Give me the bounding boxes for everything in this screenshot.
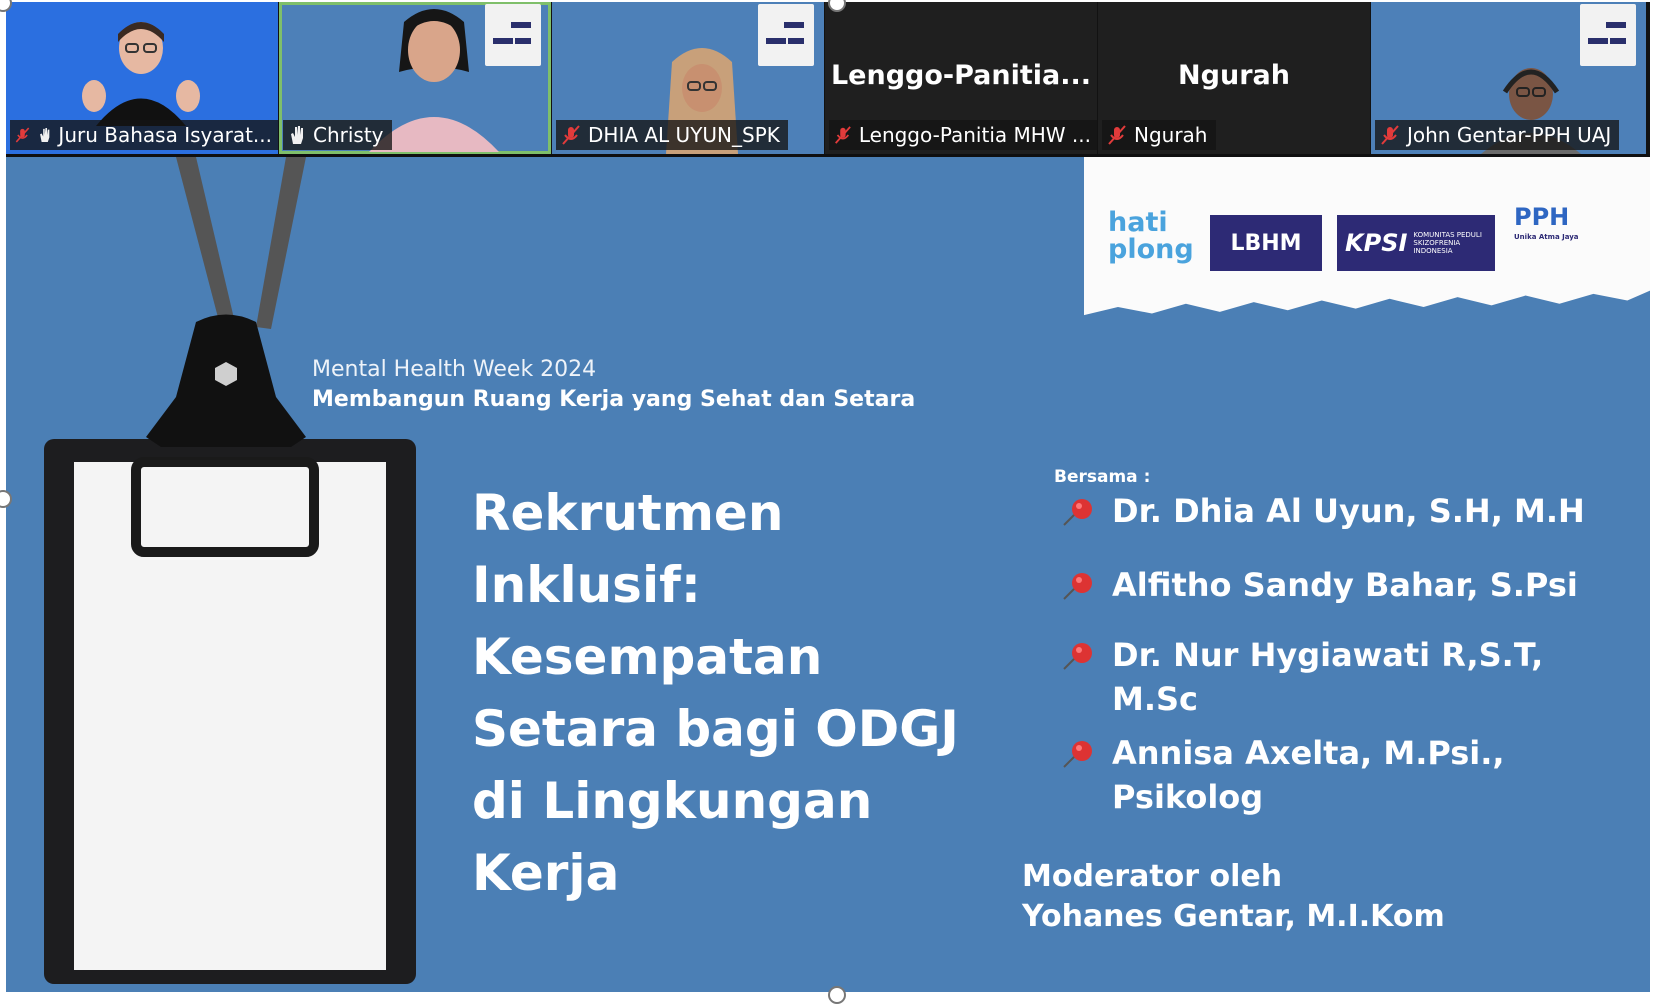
shared-slide: hati plong LBHM KPSI KOMUNITAS PEDULI SK… bbox=[6, 157, 1650, 992]
logo-text: KPSI bbox=[1345, 229, 1408, 257]
participant-video bbox=[82, 22, 200, 126]
pushpin-icon bbox=[1063, 643, 1092, 670]
resize-handle[interactable] bbox=[828, 986, 846, 1004]
logo-text: LBHM bbox=[1230, 230, 1302, 256]
event-subtitle: Membangun Ruang Kerja yang Sehat dan Set… bbox=[312, 387, 916, 412]
participant-name: John Gentar-PPH UAJ bbox=[1407, 123, 1612, 147]
participant-name: DHIA AL UYUN_SPK bbox=[588, 123, 780, 147]
speaker-item: Dr. Nur Hygiawati R,S.T, M.Sc bbox=[1052, 633, 1632, 721]
participant-name-label: Lenggo-Panitia MHW ... bbox=[829, 120, 1097, 150]
pushpin-icon bbox=[1063, 741, 1092, 768]
participant-tile-ngurah[interactable]: Ngurah Ngurah bbox=[1098, 2, 1370, 154]
participant-tile-dhia[interactable]: DHIA AL UYUN_SPK bbox=[552, 2, 824, 154]
participant-name: Christy bbox=[313, 123, 384, 147]
participant-name-label: Ngurah bbox=[1102, 120, 1216, 150]
participant-name-label: John Gentar-PPH UAJ bbox=[1375, 120, 1620, 150]
participant-tile-john[interactable]: John Gentar-PPH UAJ bbox=[1371, 2, 1646, 154]
sponsor-logo-bar: hati plong LBHM KPSI KOMUNITAS PEDULI SK… bbox=[1084, 157, 1650, 316]
mic-muted-icon bbox=[1108, 125, 1126, 145]
pph-logo: PPH Unika Atma Jaya bbox=[1514, 203, 1579, 241]
speaker-item: Annisa Axelta, M.Psi., Psikolog bbox=[1052, 731, 1632, 819]
participant-tile-christy[interactable]: Christy bbox=[279, 2, 551, 154]
moderator-name: Yohanes Gentar, M.I.Kom bbox=[1022, 899, 1445, 934]
mic-muted-icon bbox=[1381, 125, 1399, 145]
speaker-item: Dr. Dhia Al Uyun, S.H, M.H bbox=[1052, 489, 1632, 533]
participant-display-name: Lenggo-Panitia... bbox=[830, 60, 1092, 91]
topic-line: Kesempatan bbox=[472, 628, 823, 686]
pushpin-icon bbox=[1063, 499, 1092, 526]
logo-text: PPH bbox=[1514, 203, 1570, 231]
speaker-list: Dr. Dhia Al Uyun, S.H, M.H Alfitho Sandy… bbox=[1052, 489, 1632, 819]
raised-hand-icon bbox=[40, 128, 50, 142]
mic-muted-icon bbox=[835, 126, 851, 144]
raised-hand-icon bbox=[291, 126, 303, 144]
speaker-item: Alfitho Sandy Bahar, S.Psi bbox=[1052, 563, 1632, 607]
participant-name-label: Juru Bahasa Isyarat... bbox=[10, 120, 278, 150]
participant-name: Juru Bahasa Isyarat... bbox=[58, 123, 272, 147]
participant-tile-interpreter[interactable]: Juru Bahasa Isyarat... bbox=[6, 2, 278, 154]
logo-text: Unika Atma Jaya bbox=[1514, 233, 1579, 241]
mic-muted-icon bbox=[562, 125, 580, 145]
topic-line: di Lingkungan bbox=[472, 772, 873, 830]
topic-line: Rekrutmen bbox=[472, 484, 784, 542]
speakers-heading: Bersama : bbox=[1054, 467, 1151, 487]
mic-muted-icon bbox=[15, 127, 30, 143]
event-title: Mental Health Week 2024 bbox=[312, 357, 597, 382]
slide-thumbnail-logo bbox=[758, 4, 814, 66]
lbhm-logo: LBHM bbox=[1210, 215, 1322, 271]
topic-line: Setara bagi ODGJ bbox=[472, 700, 959, 758]
participant-name: Lenggo-Panitia MHW ... bbox=[858, 123, 1091, 147]
participant-tile-lenggo[interactable]: Lenggo-Panitia... Lenggo-Panitia MHW ... bbox=[825, 2, 1097, 154]
clipboard-illustration bbox=[44, 157, 416, 984]
participant-name: Ngurah bbox=[1134, 123, 1208, 147]
kpsi-logo: KPSI KOMUNITAS PEDULI SKIZOFRENIA INDONE… bbox=[1337, 215, 1495, 271]
meeting-window: Juru Bahasa Isyarat... Christy DHIA AL U… bbox=[6, 2, 1650, 992]
logo-text: plong bbox=[1108, 234, 1194, 265]
participant-strip: Juru Bahasa Isyarat... Christy DHIA AL U… bbox=[6, 2, 1650, 154]
topic-line: Kerja bbox=[472, 844, 620, 902]
topic-line: Inklusif: bbox=[472, 556, 701, 614]
participant-name-label: Christy bbox=[283, 120, 392, 150]
participant-display-name: Ngurah bbox=[1178, 60, 1290, 91]
moderator-label: Moderator oleh bbox=[1022, 859, 1283, 894]
participant-name-label: DHIA AL UYUN_SPK bbox=[556, 120, 788, 150]
logo-text: hati bbox=[1108, 207, 1168, 238]
logo-text: KOMUNITAS PEDULI SKIZOFRENIA INDONESIA bbox=[1413, 231, 1482, 255]
moderator-block: Moderator oleh Yohanes Gentar, M.I.Kom bbox=[1022, 857, 1445, 937]
hati-plong-logo: hati plong bbox=[1108, 209, 1194, 263]
session-topic: Rekrutmen Inklusif: Kesempatan Setara ba… bbox=[472, 477, 992, 909]
pushpin-icon bbox=[1063, 573, 1092, 600]
